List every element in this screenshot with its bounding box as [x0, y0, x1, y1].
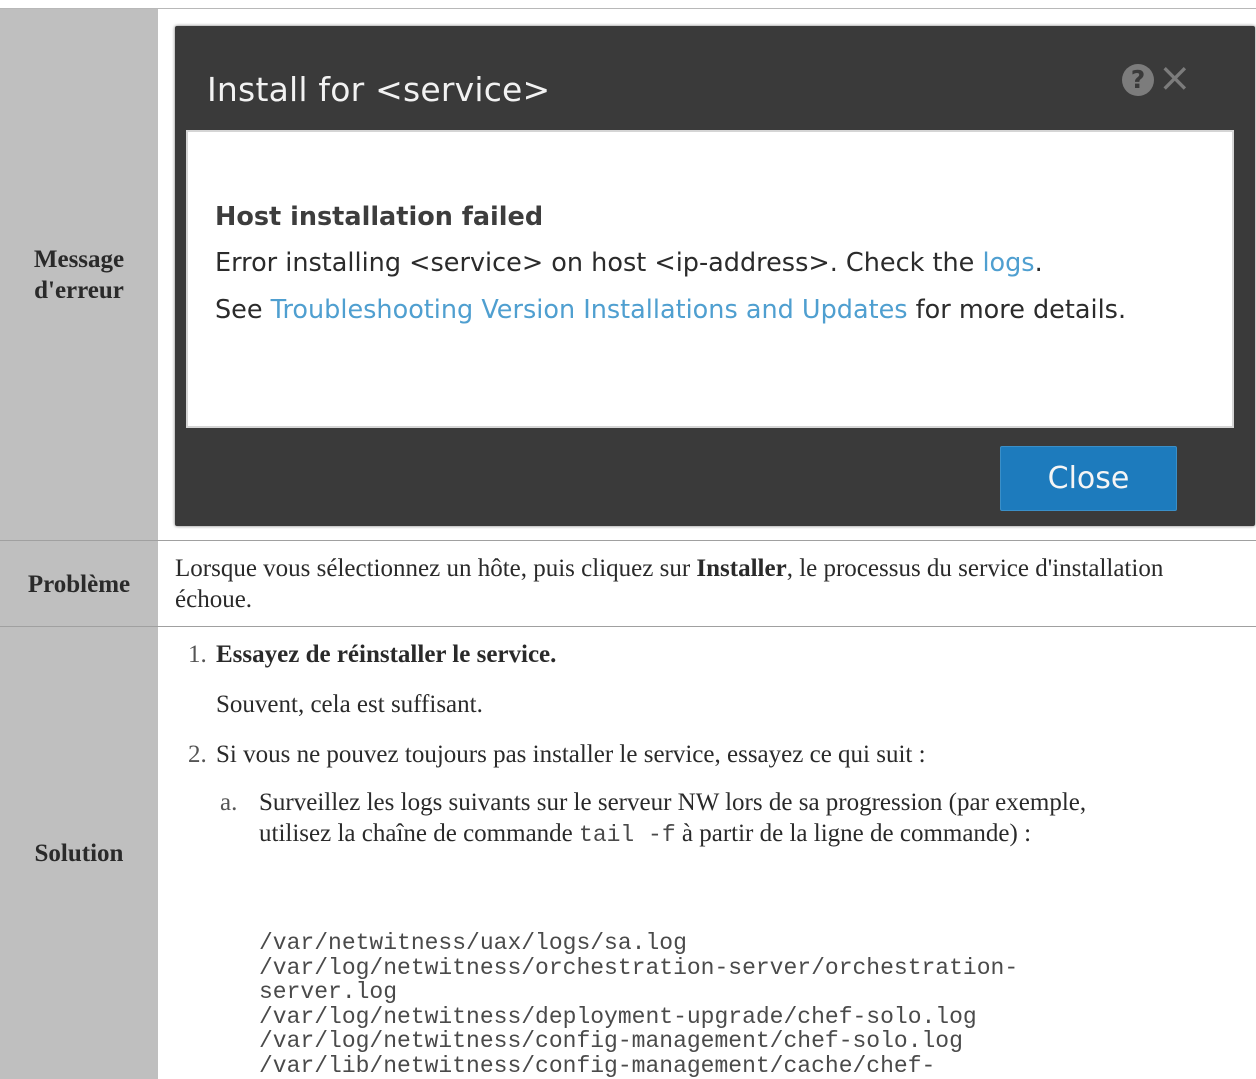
logs-link: logs: [982, 248, 1035, 278]
step-1-title: Essayez de réinstaller le service.: [216, 641, 557, 668]
dialog-title: Install for <service>: [207, 70, 551, 109]
log-path: /var/log/netwitness/orchestration-server…: [259, 954, 1019, 981]
error-message-row: Message d'erreur Install for <service> ?…: [0, 8, 1256, 541]
error-message-header-line1: Message: [33, 246, 125, 273]
troubleshooting-link: Troubleshooting Version Installations an…: [270, 295, 908, 325]
solution-row: Solution 1. Essayez de réinstaller le se…: [0, 627, 1256, 1079]
troubleshooting-table: Message d'erreur Install for <service> ?…: [0, 8, 1256, 1079]
error-message-cell: Install for <service> ? × Host installat…: [158, 9, 1256, 541]
dialog-see-line: See Troubleshooting Version Installation…: [215, 287, 1218, 334]
log-path: /var/log/netwitness/config-management/ch…: [259, 1028, 963, 1054]
step-2a-letter: a.: [220, 789, 238, 816]
log-path: server.log: [259, 979, 398, 1005]
dialog-heading: Host installation failed: [215, 202, 544, 232]
install-dialog-screenshot: Install for <service> ? × Host installat…: [175, 26, 1255, 526]
step-2a-text-end: à partir de la ligne de commande) :: [675, 820, 1032, 847]
dialog-see-end: for more details.: [907, 295, 1127, 325]
step-1-number: 1.: [188, 641, 207, 668]
dialog-body: Host installation failed Error installin…: [186, 130, 1234, 428]
dialog-error-text: Error installing <service> on host <ip-a…: [215, 248, 983, 278]
log-path: /var/netwitness/uax/logs/sa.log: [259, 930, 687, 956]
problem-row: Problème Lorsque vous sélectionnez un hô…: [0, 541, 1256, 627]
log-path: /var/log/netwitness/deployment-upgrade/c…: [259, 1003, 977, 1030]
log-paths: /var/netwitness/uax/logs/sa.log/var/log/…: [259, 931, 1018, 1078]
log-path: /var/lib/netwitness/config-management/ca…: [259, 1052, 936, 1079]
solution-header: Solution: [0, 627, 158, 1079]
dialog-error-end: .: [1034, 248, 1043, 278]
dialog-see-text: See: [215, 295, 271, 325]
close-button: Close: [1000, 446, 1177, 511]
error-message-header: Message d'erreur: [0, 9, 158, 541]
problem-cell: Lorsque vous sélectionnez un hôte, puis …: [158, 541, 1256, 627]
step-2-text: Si vous ne pouvez toujours pas installer…: [216, 741, 926, 768]
problem-install-bold: Installer: [696, 555, 787, 582]
step-2-number: 2.: [188, 741, 207, 768]
help-icon: ?: [1122, 64, 1154, 96]
tail-command: tail -f: [579, 822, 676, 848]
problem-text: Lorsque vous sélectionnez un hôte, puis …: [175, 553, 1216, 615]
error-message-header-line2: d'erreur: [34, 277, 124, 304]
step-2a-text: Surveillez les logs suivants sur le serv…: [259, 787, 1139, 851]
close-icon: ×: [1158, 55, 1192, 101]
step-1-note: Souvent, cela est suffisant.: [216, 691, 483, 718]
dialog-error-line: Error installing <service> on host <ip-a…: [215, 240, 1218, 287]
solution-cell: 1. Essayez de réinstaller le service. So…: [158, 627, 1256, 1079]
problem-text-start: Lorsque vous sélectionnez un hôte, puis …: [175, 555, 697, 582]
problem-header: Problème: [0, 541, 158, 627]
